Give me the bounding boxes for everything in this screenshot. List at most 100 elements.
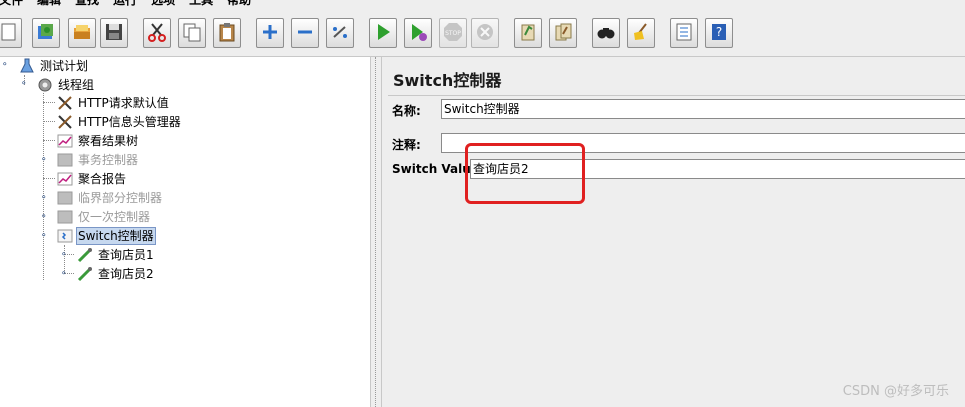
test-plan-icon xyxy=(18,57,36,75)
expand-all-button[interactable] xyxy=(256,18,284,48)
tree-handle-query-2[interactable]: ⚬ xyxy=(60,270,68,279)
save-button[interactable] xyxy=(100,18,128,48)
stop-button[interactable]: STOP xyxy=(439,18,467,48)
sampler-pipette-icon xyxy=(76,246,94,264)
open-button[interactable] xyxy=(68,18,96,48)
save-icon xyxy=(103,21,125,46)
reset-search-icon xyxy=(630,21,652,46)
listener-graph-icon xyxy=(56,170,74,188)
cut-button[interactable] xyxy=(143,18,171,48)
start-no-pauses-button[interactable] xyxy=(404,18,432,48)
help-button[interactable]: ? xyxy=(705,18,733,48)
tree-label: HTTP信息头管理器 xyxy=(78,115,181,129)
function-helper-button[interactable] xyxy=(670,18,698,48)
collapse-icon xyxy=(294,21,316,46)
tree-label: 事务控制器 xyxy=(78,153,139,167)
controller-icon xyxy=(56,189,74,207)
highlight-annotation xyxy=(465,143,585,204)
shutdown-button[interactable] xyxy=(471,18,499,48)
tree-label: HTTP请求默认值 xyxy=(78,96,169,110)
new-icon xyxy=(0,21,19,46)
toggle-icon xyxy=(329,21,351,46)
tree-item-result-tree[interactable]: 察看结果树 xyxy=(56,132,140,150)
tree-handle-switch[interactable]: ⚬ xyxy=(40,232,48,241)
copy-button[interactable] xyxy=(178,18,206,48)
clear-button[interactable] xyxy=(514,18,542,48)
tree-item-test-plan[interactable]: 测试计划 xyxy=(18,57,90,75)
tree-handle-thread-group[interactable]: ⚬ xyxy=(20,80,28,89)
controller-icon xyxy=(56,151,74,169)
menu-tools[interactable]: 工具 xyxy=(189,0,213,8)
expand-icon xyxy=(259,21,281,46)
search-button[interactable] xyxy=(592,18,620,48)
start-no-pauses-icon xyxy=(407,21,429,46)
menu-search[interactable]: 查找 xyxy=(75,0,99,8)
name-label: 名称: xyxy=(392,104,421,118)
menu-help[interactable]: 帮助 xyxy=(227,0,251,8)
switch-controller-icon xyxy=(56,227,74,245)
tree-label: 测试计划 xyxy=(40,59,89,73)
tree-label: 线程组 xyxy=(58,78,95,92)
menu-options[interactable]: 选项 xyxy=(151,0,175,8)
tree-item-thread-group[interactable]: 线程组 xyxy=(36,76,96,94)
toolbar: STOP ? xyxy=(0,12,965,57)
paste-button[interactable] xyxy=(213,18,241,48)
tree-item-once-only[interactable]: 仅一次控制器 xyxy=(56,208,152,226)
search-icon xyxy=(595,21,617,46)
tree-label: Switch控制器 xyxy=(76,227,156,245)
copy-icon xyxy=(181,21,203,46)
tree-item-critical-section[interactable]: 临界部分控制器 xyxy=(56,189,164,207)
stop-icon: STOP xyxy=(442,21,464,46)
tree-item-transaction-controller[interactable]: 事务控制器 xyxy=(56,151,140,169)
sampler-pipette-icon xyxy=(76,265,94,283)
reset-search-button[interactable] xyxy=(627,18,655,48)
page-title: Switch控制器 xyxy=(393,71,502,90)
tree-item-query-staff-1[interactable]: 查询店员1 xyxy=(76,246,156,264)
toggle-button[interactable] xyxy=(326,18,354,48)
config-tools-icon xyxy=(56,113,74,131)
tree-label: 仅一次控制器 xyxy=(78,210,151,224)
shutdown-icon xyxy=(474,21,496,46)
paste-icon xyxy=(216,21,238,46)
cut-icon xyxy=(146,21,168,46)
tree-item-switch-controller[interactable]: Switch控制器 xyxy=(56,227,156,245)
tree-label: 查询店员1 xyxy=(98,248,154,262)
switch-controller-panel: Switch控制器 名称: Switch控制器 注释: Switch Value… xyxy=(382,57,965,407)
tree-item-http-defaults[interactable]: HTTP请求默认值 xyxy=(56,94,171,112)
function-helper-icon xyxy=(673,21,695,46)
tree-handle-test-plan[interactable]: ⚬ xyxy=(1,61,9,70)
tree-item-http-header[interactable]: HTTP信息头管理器 xyxy=(56,113,183,131)
svg-text:?: ? xyxy=(716,25,722,39)
test-plan-tree: ⚬ ⚬ ⚬ ⚬ ⚬ ⚬ ⚬ ⚬ 测试计划 线程组 HTTP请求默认值 HTTP信… xyxy=(0,57,370,407)
menu-file[interactable]: 文件 xyxy=(0,0,23,8)
clear-all-icon xyxy=(552,21,574,46)
clear-all-button[interactable] xyxy=(549,18,577,48)
controller-icon xyxy=(56,208,74,226)
collapse-all-button[interactable] xyxy=(291,18,319,48)
config-tools-icon xyxy=(56,94,74,112)
tree-item-aggregate-report[interactable]: 聚合报告 xyxy=(56,170,128,188)
tree-handle-once-only[interactable]: ⚬ xyxy=(40,213,48,222)
tree-handle-critical[interactable]: ⚬ xyxy=(40,194,48,203)
tree-label: 察看结果树 xyxy=(78,134,139,148)
new-button[interactable] xyxy=(0,18,22,48)
watermark: CSDN @好多可乐 xyxy=(842,384,949,399)
menu-run[interactable]: 运行 xyxy=(113,0,137,8)
listener-graph-icon xyxy=(56,132,74,150)
tree-handle-query-1[interactable]: ⚬ xyxy=(60,251,68,260)
start-icon xyxy=(372,21,394,46)
menu-bar: 文件 编辑 查找 运行 选项 工具 帮助 xyxy=(0,0,965,8)
clear-icon xyxy=(517,21,539,46)
tree-label: 临界部分控制器 xyxy=(78,191,163,205)
help-icon: ? xyxy=(708,21,730,46)
open-icon xyxy=(71,21,93,46)
tree-label: 查询店员2 xyxy=(98,267,154,281)
menu-edit[interactable]: 编辑 xyxy=(37,0,61,8)
name-field[interactable]: Switch控制器 xyxy=(441,99,965,119)
templates-button[interactable] xyxy=(32,18,60,48)
title-divider xyxy=(388,95,965,96)
pane-splitter[interactable] xyxy=(370,57,382,407)
tree-handle-transaction[interactable]: ⚬ xyxy=(40,156,48,165)
tree-item-query-staff-2[interactable]: 查询店员2 xyxy=(76,265,156,283)
start-button[interactable] xyxy=(369,18,397,48)
